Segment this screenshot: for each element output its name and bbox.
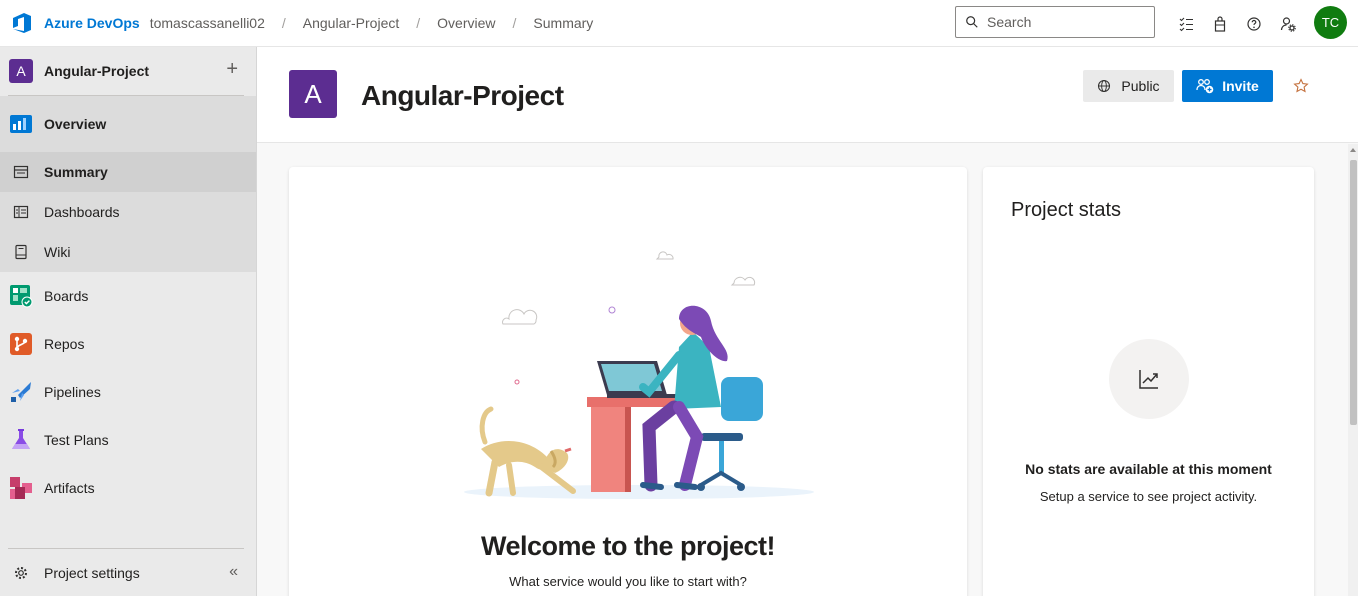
repos-icon: [9, 332, 33, 356]
sidebar-item-artifacts[interactable]: Artifacts: [0, 464, 256, 512]
project-header: A Angular-Project Public Invite: [257, 47, 1358, 143]
sidebar-item-label: Dashboards: [44, 204, 120, 220]
sidebar-item-label: Wiki: [44, 244, 71, 260]
search-box[interactable]: [955, 6, 1155, 38]
wiki-icon: [13, 244, 29, 260]
scrollbar-thumb[interactable]: [1350, 160, 1357, 425]
welcome-subtitle: What service would you like to start wit…: [509, 574, 747, 589]
sidebar-item-label: Test Plans: [44, 432, 109, 448]
breadcrumb-separator: /: [416, 15, 421, 31]
stats-title: Project stats: [1011, 199, 1122, 221]
trend-chart-icon: [1139, 370, 1158, 389]
project-avatar: A: [289, 70, 337, 118]
globe-icon: [1098, 79, 1111, 93]
project-name: Angular-Project: [44, 63, 150, 79]
sidebar-footer: Project settings «: [0, 548, 256, 596]
vertical-scrollbar[interactable]: [1348, 144, 1358, 596]
boards-icon: [9, 284, 33, 308]
sidebar-item-wiki[interactable]: Wiki: [0, 232, 256, 272]
main-area: A Angular-Project Public Invite Welcome …: [257, 47, 1358, 596]
sidebar-item-label: Pipelines: [44, 384, 101, 400]
welcome-title: Welcome to the project!: [480, 531, 776, 561]
scroll-up-arrow-icon[interactable]: [1349, 146, 1357, 154]
summary-icon: [13, 164, 29, 180]
favorite-star-icon[interactable]: [1293, 78, 1309, 94]
public-button[interactable]: Public: [1083, 70, 1174, 102]
sidebar-item-label: Overview: [44, 116, 107, 132]
brand-link[interactable]: Azure DevOps: [44, 15, 140, 31]
breadcrumb-separator: /: [512, 15, 517, 31]
content-area: Welcome to the project! What service wou…: [257, 144, 1358, 596]
project-settings-label: Project settings: [44, 564, 140, 581]
add-icon[interactable]: +: [226, 59, 238, 79]
welcome-illustration: [464, 251, 814, 499]
gear-icon: [13, 565, 29, 581]
top-icon-group: [1172, 10, 1308, 38]
sidebar-item-label: Boards: [44, 288, 89, 304]
breadcrumb-organization[interactable]: tomascassanelli02: [150, 15, 265, 31]
stats-placeholder: [1109, 339, 1189, 419]
public-button-label: Public: [1121, 78, 1160, 94]
overview-group: Overview Summary Dashboards Wiki: [0, 96, 256, 272]
collapse-sidebar-icon[interactable]: «: [229, 563, 238, 581]
no-stats-subtitle: Setup a service to see project activity.: [1039, 489, 1258, 504]
invite-button[interactable]: Invite: [1182, 70, 1273, 102]
task-list-icon[interactable]: [1172, 10, 1200, 38]
project-badge: A: [9, 59, 33, 83]
sidebar-item-label: Summary: [44, 164, 108, 180]
sidebar-item-pipelines[interactable]: Pipelines: [0, 368, 256, 416]
no-stats-title: No stats are available at this moment: [1025, 461, 1272, 477]
sidebar-item-label: Repos: [44, 336, 85, 352]
avatar[interactable]: TC: [1314, 6, 1347, 39]
user-settings-icon[interactable]: [1274, 10, 1302, 38]
sidebar-project-header[interactable]: A Angular-Project +: [0, 47, 256, 95]
breadcrumb-summary[interactable]: Summary: [533, 15, 593, 31]
invite-people-icon: [1196, 79, 1214, 94]
sidebar-item-label: Artifacts: [44, 480, 95, 496]
pipelines-icon: [9, 380, 33, 404]
sidebar-item-repos[interactable]: Repos: [0, 320, 256, 368]
overview-icon: [9, 112, 33, 136]
sidebar-item-test-plans[interactable]: Test Plans: [0, 416, 256, 464]
invite-button-label: Invite: [1222, 78, 1259, 94]
breadcrumb-overview[interactable]: Overview: [437, 15, 495, 31]
azure-devops-logo-icon[interactable]: [10, 11, 34, 35]
project-stats-card: Project stats No stats are available at …: [983, 167, 1314, 596]
welcome-card: Welcome to the project! What service wou…: [289, 167, 967, 596]
breadcrumb-separator: /: [281, 15, 286, 31]
top-bar: Azure DevOps tomascassanelli02 / Angular…: [0, 0, 1358, 47]
help-icon[interactable]: [1240, 10, 1268, 38]
sidebar: A Angular-Project + Overview Summary Das…: [0, 47, 257, 596]
sidebar-item-summary[interactable]: Summary: [0, 152, 256, 192]
page-title: Angular-Project: [361, 80, 564, 111]
test-plans-icon: [9, 428, 33, 452]
sidebar-item-project-settings[interactable]: Project settings «: [0, 549, 256, 596]
sidebar-item-boards[interactable]: Boards: [0, 272, 256, 320]
sidebar-item-dashboards[interactable]: Dashboards: [0, 192, 256, 232]
sidebar-item-overview[interactable]: Overview: [0, 96, 256, 152]
dashboards-icon: [13, 204, 29, 220]
search-input[interactable]: [987, 14, 1137, 30]
artifacts-icon: [9, 476, 33, 500]
search-icon: [966, 16, 978, 28]
breadcrumb-project[interactable]: Angular-Project: [303, 15, 400, 31]
shopping-bag-icon[interactable]: [1206, 10, 1234, 38]
